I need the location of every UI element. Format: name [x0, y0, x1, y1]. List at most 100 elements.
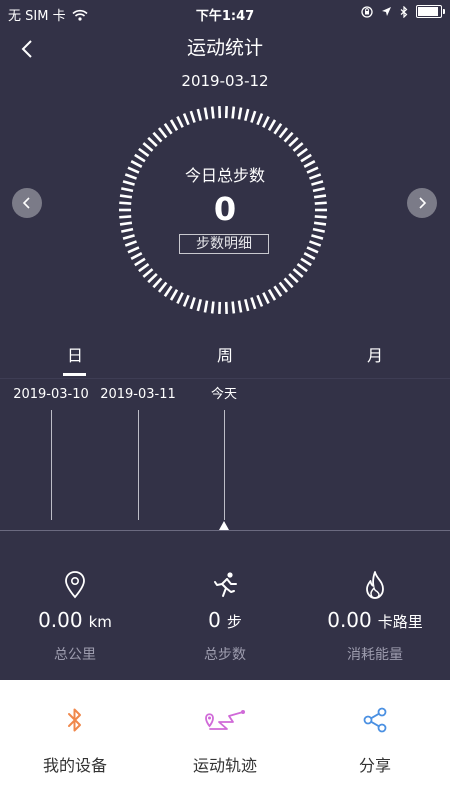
- step-detail-button[interactable]: 步数明细: [179, 234, 269, 254]
- bluetooth-icon-wrap: [0, 706, 150, 734]
- sport-track-button[interactable]: 运动轨迹: [150, 680, 300, 800]
- share-button[interactable]: 分享: [300, 680, 450, 800]
- steps-value: 0步: [150, 608, 300, 632]
- tab-day[interactable]: 日: [0, 344, 150, 368]
- distance-label: 总公里: [54, 647, 96, 663]
- ring-tick: [306, 246, 319, 254]
- tab-week[interactable]: 周: [150, 344, 300, 368]
- timeline-today-label[interactable]: 今天: [174, 386, 274, 404]
- bluetooth-status-icon: [400, 5, 408, 18]
- timeline-bar: [51, 410, 52, 520]
- my-device-button[interactable]: 我的设备: [0, 680, 150, 800]
- flame-icon: [366, 571, 384, 599]
- ring-tick: [176, 292, 184, 305]
- ring-tick: [138, 147, 150, 157]
- ring-tick: [250, 110, 257, 123]
- route-icon-wrap: [150, 706, 300, 736]
- location-arrow-icon: [382, 7, 391, 16]
- ring-tick: [189, 110, 196, 123]
- current-day-marker: [219, 521, 229, 530]
- ring-tick: [243, 108, 250, 122]
- tabs-divider: [0, 378, 450, 379]
- tab-month[interactable]: 月: [300, 344, 450, 368]
- status-bar: 无 SIM 卡 下午1:47: [0, 0, 450, 26]
- ring-tick: [169, 289, 179, 301]
- active-tab-indicator: [63, 373, 86, 376]
- ring-tick: [203, 107, 209, 120]
- timeline-bar: [138, 410, 139, 520]
- ring-tick: [169, 119, 179, 131]
- share-icon: [363, 707, 387, 733]
- ring-tick: [176, 115, 184, 128]
- ring-tick: [127, 246, 140, 254]
- current-date: 2019-03-12: [181, 72, 269, 90]
- ring-tick: [311, 234, 324, 240]
- ring-tick: [256, 113, 264, 126]
- ring-tick: [283, 277, 294, 289]
- timeline-date-label[interactable]: 2019-03-11: [88, 386, 188, 404]
- ring-tick: [300, 257, 312, 267]
- bluetooth-icon: [68, 708, 81, 732]
- ring-tick: [300, 153, 312, 163]
- battery-icon: [416, 5, 445, 18]
- ring-tick: [237, 300, 243, 313]
- ring-tick: [303, 252, 316, 260]
- ring-tick: [273, 123, 283, 135]
- ring-tick: [189, 297, 196, 310]
- ring-tick: [267, 289, 277, 301]
- distance-number: 0.00: [38, 608, 83, 632]
- ring-tick: [296, 147, 308, 157]
- today-steps-value: 0: [213, 190, 237, 228]
- bottom-nav: 我的设备 运动轨迹 分享: [0, 680, 450, 800]
- ring-tick: [278, 127, 289, 139]
- ring-tick: [292, 268, 304, 278]
- ring-tick: [157, 127, 168, 139]
- ring-tick: [163, 123, 173, 135]
- status-right: [361, 5, 445, 18]
- timeline-baseline: [0, 530, 450, 531]
- timeline-date-label[interactable]: 2019-03-10: [1, 386, 101, 404]
- ring-tick: [262, 115, 270, 128]
- ring-tick: [182, 294, 190, 307]
- location-pin-icon: [65, 571, 85, 599]
- running-person-icon: [214, 572, 237, 597]
- steps-unit: 步: [226, 613, 242, 631]
- ring-tick: [296, 263, 308, 273]
- ring-tick: [267, 119, 277, 131]
- ring-tick: [196, 108, 203, 122]
- ring-tick: [163, 285, 173, 297]
- my-device-label: 我的设备: [42, 756, 107, 775]
- rotation-lock-icon: [361, 5, 373, 18]
- ring-tick: [138, 263, 150, 273]
- ring-tick: [283, 131, 294, 143]
- energy-unit: 卡路里: [377, 613, 423, 631]
- steps-label: 总步数: [204, 647, 246, 663]
- ring-tick: [134, 257, 146, 267]
- ring-tick: [134, 153, 146, 163]
- ring-tick: [142, 142, 154, 152]
- ring-tick: [237, 107, 243, 120]
- ring-tick: [231, 106, 236, 119]
- route-icon: [205, 710, 245, 730]
- ring-tick: [203, 300, 209, 313]
- today-steps-label: 今日总步数: [184, 166, 265, 185]
- steps-stat-icon-wrap: [150, 570, 300, 600]
- distance-stat-icon-wrap: [0, 570, 150, 600]
- energy-number: 0.00: [327, 608, 372, 632]
- ring-tick: [210, 301, 215, 314]
- ring-tick: [152, 131, 163, 143]
- ring-tick: [278, 281, 289, 293]
- energy-value: 0.00 卡路里: [300, 608, 450, 632]
- ring-tick: [122, 234, 135, 240]
- ring-tick: [147, 136, 158, 148]
- page-title: 运动统计: [186, 37, 263, 59]
- sport-track-label: 运动轨迹: [192, 756, 257, 775]
- ring-tick: [147, 272, 158, 284]
- timeline-bar: [224, 410, 225, 520]
- ring-tick: [292, 142, 304, 152]
- ring-tick: [124, 240, 137, 247]
- ring-tick: [157, 281, 168, 293]
- ring-tick: [196, 298, 203, 312]
- ring-tick: [130, 252, 143, 260]
- ring-tick: [210, 106, 215, 119]
